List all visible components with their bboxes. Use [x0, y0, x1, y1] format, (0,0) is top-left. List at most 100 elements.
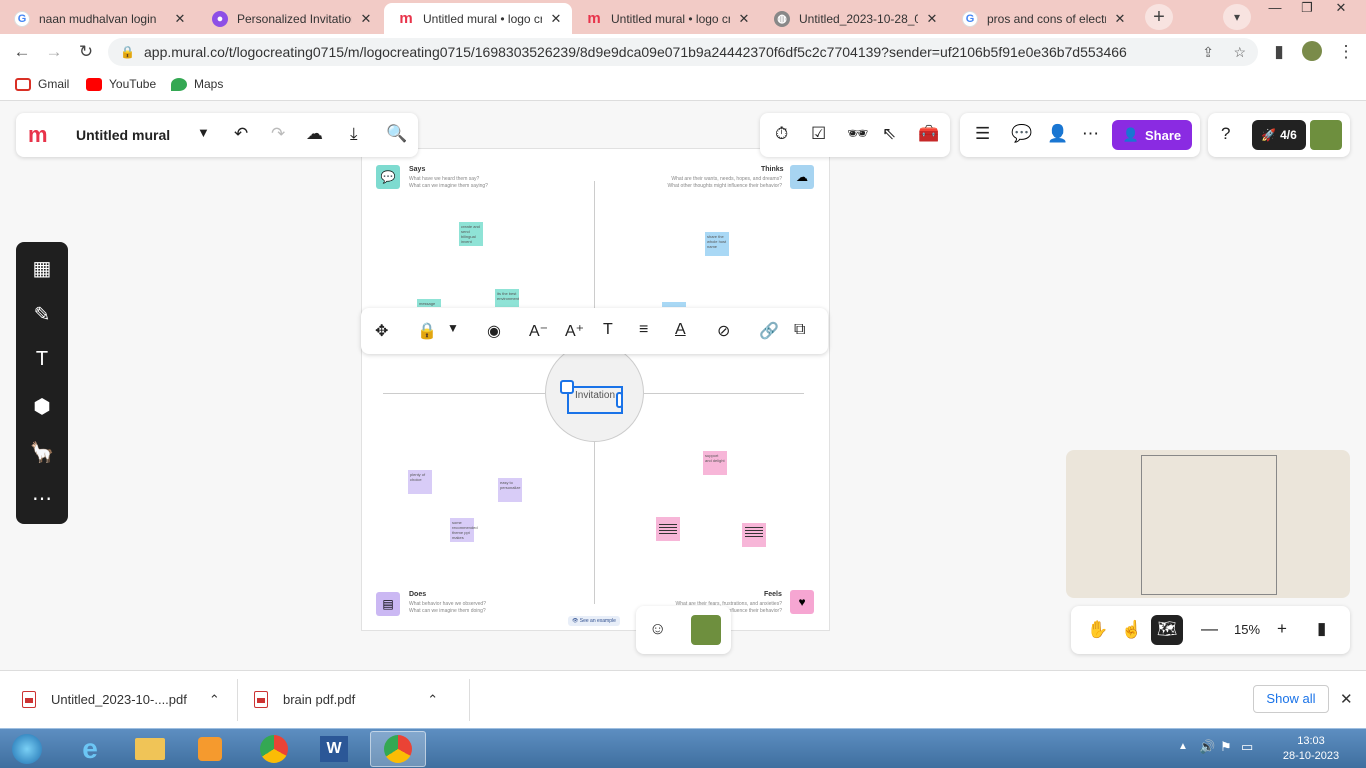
touch-icon[interactable]: ☝ [1121, 620, 1142, 640]
sticky-note-lined[interactable] [656, 517, 680, 541]
sticky-note-icon[interactable]: ✎ [16, 302, 68, 327]
taskbar-ie[interactable]: e [62, 731, 118, 767]
minimap[interactable] [1066, 450, 1350, 598]
sticky-note[interactable]: its the best environment [495, 289, 519, 307]
chevron-up-icon[interactable]: ⌃ [427, 692, 438, 708]
avatar[interactable] [1310, 120, 1342, 150]
zoom-in-icon[interactable]: + [1277, 619, 1287, 639]
bookmark-youtube[interactable]: YouTube [86, 77, 156, 91]
download-item[interactable]: brain pdf.pdf ⌃ [254, 691, 438, 708]
share-button[interactable]: 👤 Share [1112, 120, 1192, 150]
bookmark-maps[interactable]: Maps [171, 77, 223, 91]
llama-icon[interactable]: 🦙 [16, 440, 68, 465]
chevron-up-icon[interactable]: ⌃ [209, 692, 220, 708]
empathy-map-board[interactable]: 💬 Says What have we heard them say? What… [361, 148, 830, 631]
text-type-icon[interactable]: T [603, 321, 613, 339]
close-tab-icon[interactable]: ✕ [172, 11, 188, 27]
minimap-viewport[interactable] [1141, 455, 1277, 595]
taskbar-word[interactable]: W [306, 731, 362, 767]
emoji-icon[interactable]: ☺ [649, 619, 666, 639]
zoom-level[interactable]: 15% [1234, 622, 1260, 637]
rocket-button[interactable]: 🚀 4/6 [1252, 120, 1306, 150]
forward-button[interactable]: → [43, 41, 65, 63]
reload-button[interactable]: ↻ [75, 41, 97, 63]
more-tools-icon[interactable]: ⋯ [16, 486, 68, 511]
text-icon[interactable]: T [16, 348, 68, 371]
decrease-font-icon[interactable]: A⁻ [529, 321, 548, 341]
templates-icon[interactable]: ▦ [16, 256, 68, 281]
chevron-down-icon[interactable]: ▼ [197, 125, 210, 140]
toolbox-icon[interactable]: 🧰 [918, 124, 939, 144]
text-color-icon[interactable]: A [675, 321, 686, 339]
new-tab-button[interactable]: + [1145, 4, 1173, 30]
tab-5[interactable]: ◍ Untitled_2023-10-28_07 ✕ [760, 3, 948, 34]
center-text-box[interactable]: Invitation [567, 386, 623, 414]
resize-handle[interactable] [560, 380, 574, 394]
taskbar-media-player[interactable] [182, 731, 238, 767]
private-mode-icon[interactable]: 🕶 [847, 124, 869, 144]
tab-3-active[interactable]: m Untitled mural • logo cr ✕ [384, 3, 572, 34]
download-item[interactable]: Untitled_2023-10-....pdf ⌃ [22, 691, 220, 708]
sticky-note[interactable]: some recommended theme ppt makes [450, 518, 478, 542]
tab-1[interactable]: G naan mudhalvan login ✕ [0, 3, 196, 34]
sticky-note[interactable]: support and delight [703, 451, 727, 475]
lock-icon[interactable]: 🔒 [417, 321, 437, 341]
resize-handle[interactable] [616, 392, 623, 408]
mural-title[interactable]: Untitled mural [76, 127, 170, 143]
bookmark-star-icon[interactable]: ☆ [1233, 38, 1246, 66]
close-tab-icon[interactable]: ✕ [1112, 11, 1128, 27]
tab-2[interactable]: ● Personalized Invitations ✕ [198, 3, 382, 34]
tray-arrow-icon[interactable]: ▲ [1178, 741, 1188, 752]
avatar[interactable] [691, 615, 721, 645]
battery-icon[interactable]: ▭ [1241, 739, 1253, 755]
crop-icon[interactable]: ⧉ [794, 321, 805, 339]
undo-icon[interactable]: ↶ [234, 124, 248, 144]
clock[interactable]: 13:03 28-10-2023 [1276, 734, 1346, 764]
more-icon[interactable]: ⋯ [1082, 124, 1099, 144]
eye-hide-icon[interactable]: ◉ [487, 321, 501, 341]
start-button[interactable] [2, 731, 52, 767]
taskbar-chrome-active[interactable] [370, 731, 426, 767]
sticky-note-lined[interactable] [742, 523, 766, 547]
share-page-icon[interactable]: ⇪ [1202, 38, 1214, 66]
download-icon[interactable]: ⤓ [350, 124, 358, 144]
person-icon[interactable]: 👤 [1047, 124, 1068, 144]
profile-avatar[interactable] [1302, 41, 1322, 61]
align-center-icon[interactable]: ≡ [639, 321, 648, 339]
network-icon[interactable]: ⚑ [1220, 739, 1232, 755]
summon-icon[interactable]: ⇖ [882, 124, 896, 144]
sticky-note[interactable]: plenty of choice [408, 470, 432, 494]
comment-icon[interactable]: 💬 [1011, 124, 1032, 144]
close-tab-icon[interactable]: ✕ [358, 11, 374, 27]
menu-icon[interactable]: ⋮ [1335, 41, 1357, 63]
sticky-note[interactable]: easy to personalize [498, 478, 522, 502]
hand-icon[interactable]: ✋ [1087, 620, 1108, 640]
close-downloads-icon[interactable]: ✕ [1340, 690, 1353, 708]
tab-4[interactable]: m Untitled mural • logo cr ✕ [572, 3, 760, 34]
move-icon[interactable]: ✥ [375, 321, 388, 341]
volume-icon[interactable]: 🔊 [1199, 739, 1215, 755]
close-tab-icon[interactable]: ✕ [548, 11, 564, 27]
zoom-out-icon[interactable]: — [1201, 619, 1218, 639]
timer-icon[interactable]: ⏱ [775, 124, 788, 144]
taskbar-explorer[interactable] [122, 731, 178, 767]
outline-icon[interactable]: ☰ [975, 124, 990, 144]
see-example-button[interactable]: 👁 See an example [568, 616, 620, 626]
minimize-button[interactable]: — [1260, 0, 1290, 20]
chevron-down-icon[interactable]: ▼ [447, 321, 459, 335]
taskbar-chrome[interactable] [246, 731, 302, 767]
redo-icon[interactable]: ↷ [271, 124, 285, 144]
increase-font-icon[interactable]: A⁺ [565, 321, 584, 341]
show-all-button[interactable]: Show all [1253, 685, 1329, 713]
close-tab-icon[interactable]: ✕ [736, 11, 752, 27]
search-icon[interactable]: 🔍 [386, 124, 407, 144]
close-window-button[interactable]: ✕ [1326, 0, 1356, 20]
cloud-sync-icon[interactable]: ☁ [306, 124, 323, 144]
close-tab-icon[interactable]: ✕ [924, 11, 940, 27]
checkbox-icon[interactable]: ☑ [811, 124, 826, 144]
sticky-note[interactable]: share the whole host name [705, 232, 729, 256]
maximize-button[interactable]: ❐ [1292, 0, 1322, 20]
sticky-note[interactable]: create and send bilingual invent [459, 222, 483, 246]
tab-6[interactable]: G pros and cons of electri ✕ [948, 3, 1136, 34]
sticky-note[interactable] [662, 302, 686, 307]
